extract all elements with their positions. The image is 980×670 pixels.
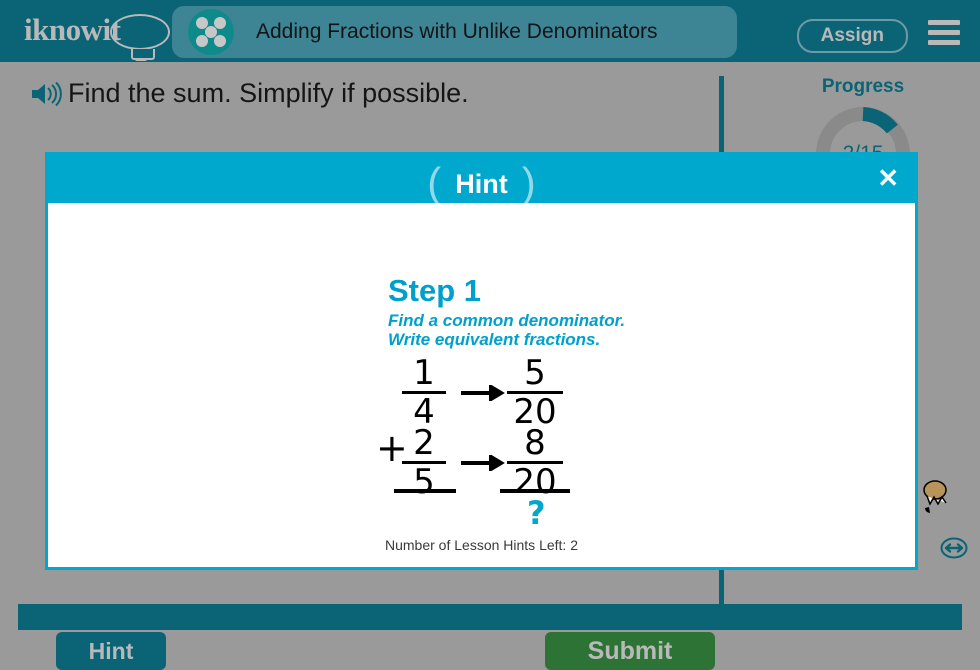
hint-modal-body: Step 1 Find a common denominator. Write … — [48, 203, 915, 567]
footer-bar — [18, 604, 962, 630]
lesson-title: Adding Fractions with Unlike Denominator… — [256, 20, 658, 43]
numerator: 2 — [413, 423, 435, 463]
numerator: 8 — [524, 423, 546, 463]
step-title: Step 1 — [388, 273, 482, 308]
hint-modal-title-group: ( Hint) — [427, 158, 535, 204]
fraction-equivalent-1: 5 20 — [507, 353, 563, 429]
hints-left-text: Number of Lesson Hints Left: 2 — [385, 537, 578, 553]
hint-modal-title: Hint — [455, 169, 508, 199]
step-instruction: Find a common denominator. Write equival… — [388, 311, 626, 349]
assign-button[interactable]: Assign — [796, 19, 908, 53]
hamburger-menu-icon[interactable] — [928, 20, 960, 45]
numerator: 1 — [413, 353, 435, 393]
title-paren-left: ( — [427, 159, 442, 206]
lesson-title-pill: Adding Fractions with Unlike Denominator… — [172, 6, 737, 58]
question-prompt: Find the sum. Simplify if possible. — [68, 78, 469, 108]
hint-modal-header: ( Hint) ✕ — [48, 155, 915, 204]
right-arrow-icon — [461, 385, 505, 401]
hint-button[interactable]: Hint — [56, 632, 166, 670]
app-logo[interactable]: iknowit — [24, 10, 174, 61]
progress-label: Progress — [821, 76, 905, 97]
hint-modal: ( Hint) ✕ Step 1 Find a common denominato… — [45, 152, 918, 570]
fraction-equivalent-2: 8 20 — [507, 423, 563, 499]
submit-button[interactable]: Submit — [545, 632, 715, 670]
denominator: 5 — [413, 462, 435, 502]
app-logo-text: iknowit — [24, 12, 121, 47]
fraction-original-1: 1 4 — [402, 353, 446, 429]
sum-line-right — [500, 489, 570, 493]
speaker-audio-icon[interactable] — [30, 81, 62, 107]
resize-horizontal-icon[interactable] — [940, 536, 968, 560]
question-row: Find the sum. Simplify if possible. — [30, 78, 469, 109]
title-paren-right: ) — [521, 159, 536, 206]
hint-work-area: 1 4 5 20 + 2 5 8 20 ? — [368, 351, 668, 536]
close-x-icon[interactable]: ✕ — [877, 165, 899, 191]
fraction-original-2: 2 5 — [402, 423, 446, 502]
numerator: 5 — [524, 353, 546, 393]
mascot-character-icon — [923, 480, 947, 513]
sum-line-left — [394, 489, 456, 493]
top-bar: iknowit Adding Fractions with Unlike Den… — [0, 0, 980, 62]
answer-placeholder: ? — [527, 494, 546, 532]
five-dots-circle-icon — [188, 9, 234, 55]
right-arrow-icon — [461, 455, 505, 471]
